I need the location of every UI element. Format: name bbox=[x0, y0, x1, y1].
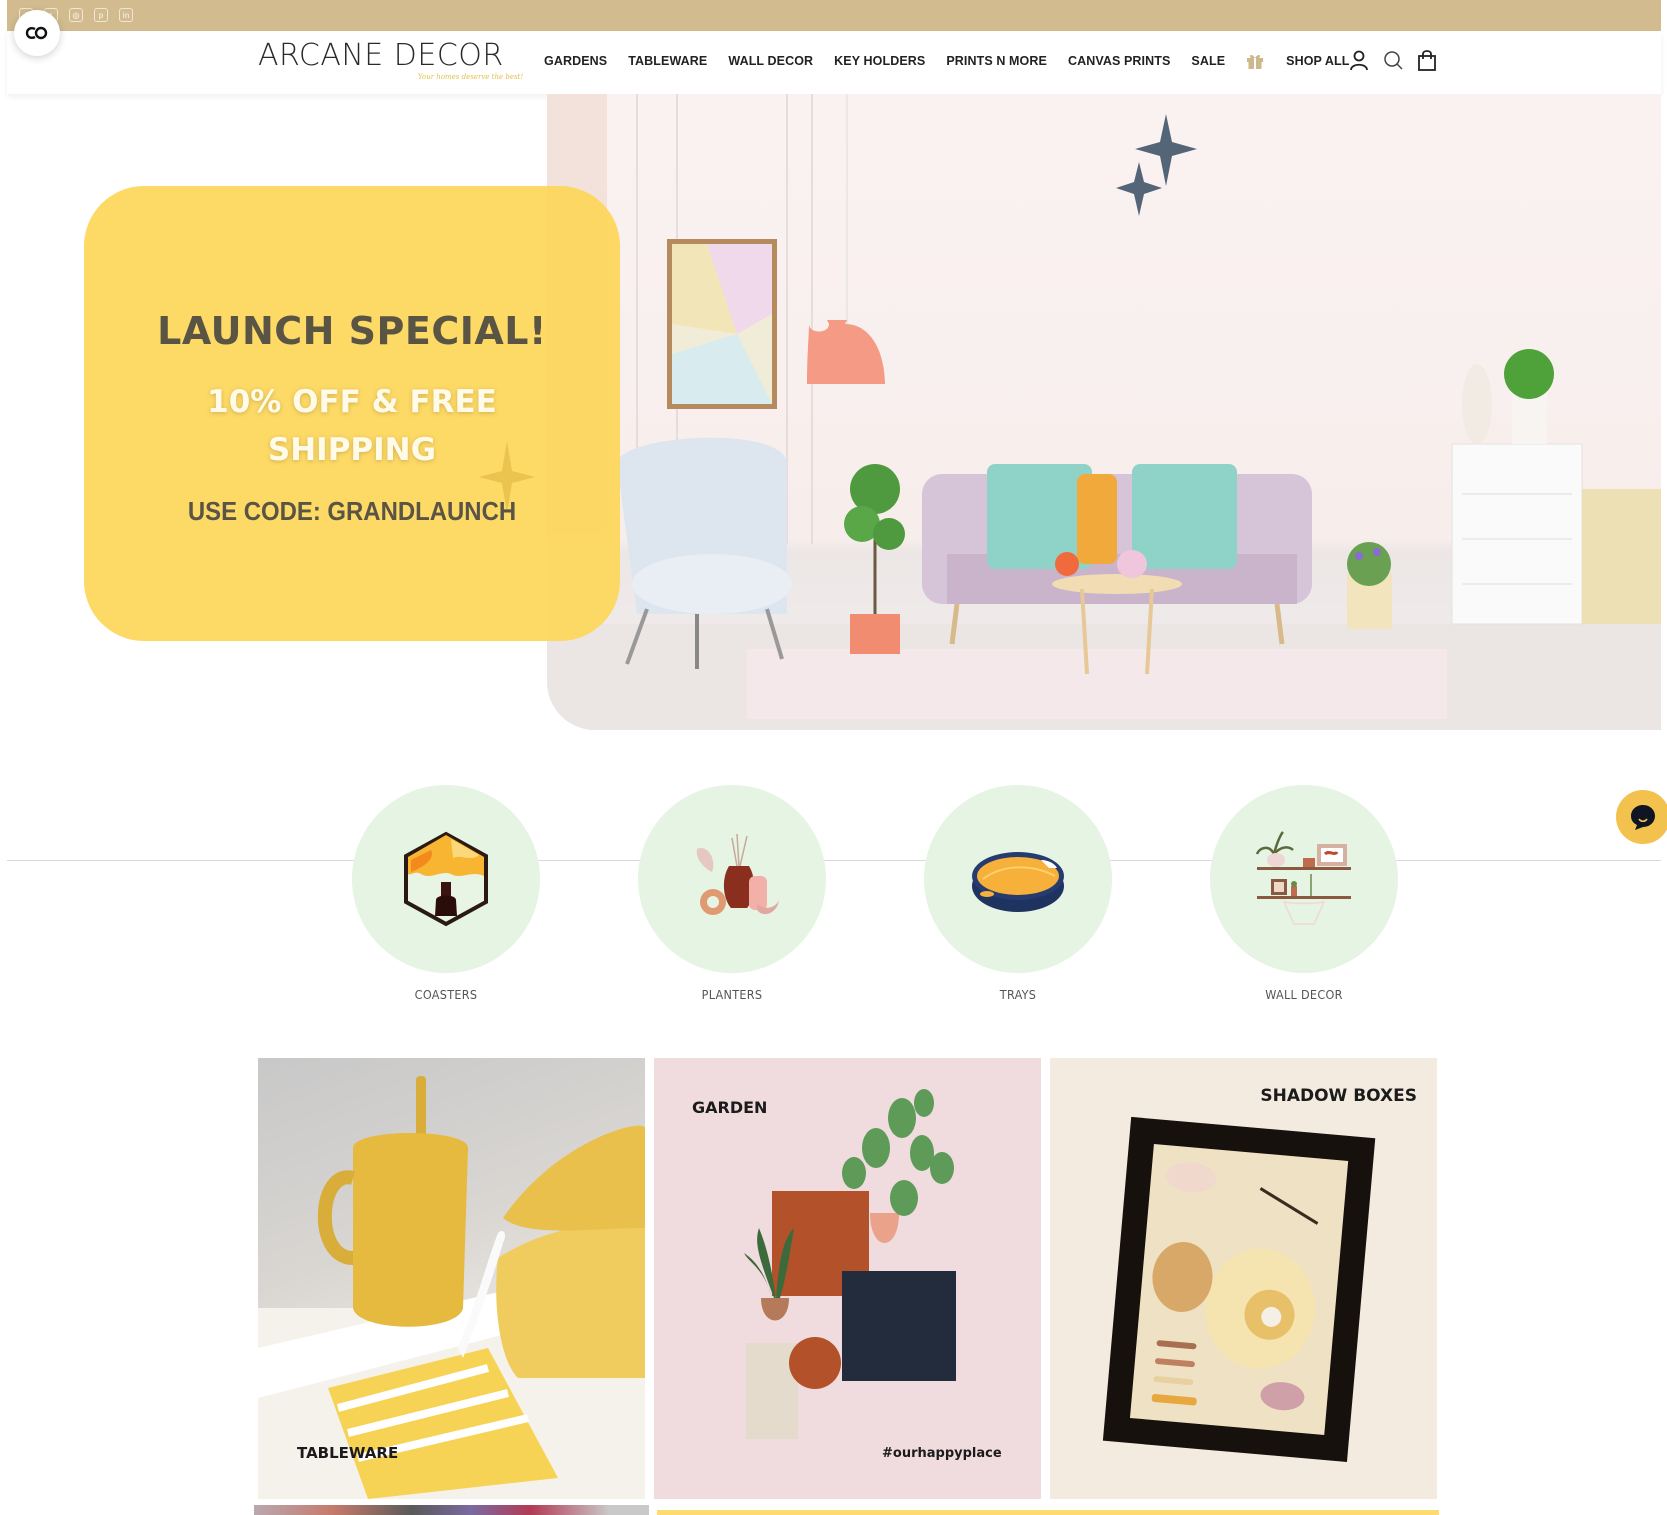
nav-shop-all[interactable]: SHOP ALL bbox=[1286, 54, 1349, 68]
gift-icon[interactable] bbox=[1246, 53, 1264, 69]
site-header: ARCANE DECOR Your homes deserve the best… bbox=[7, 31, 1661, 94]
wall-shelf-icon bbox=[1255, 831, 1351, 925]
search-icon[interactable] bbox=[1383, 49, 1403, 71]
account-icon[interactable] bbox=[1349, 49, 1369, 71]
accessibility-icon bbox=[25, 26, 48, 40]
shadow-box-image bbox=[1102, 1116, 1376, 1463]
tile-label: TABLEWARE bbox=[297, 1444, 399, 1462]
tile-shadow-boxes[interactable]: SHADOW BOXES bbox=[1050, 1058, 1437, 1499]
category-circle bbox=[638, 785, 826, 973]
promo-card: LAUNCH SPECIAL! 10% OFF & FREE SHIPPING … bbox=[84, 186, 620, 641]
nav-sale[interactable]: SALE bbox=[1191, 54, 1225, 68]
logo[interactable]: ARCANE DECOR Your homes deserve the best… bbox=[258, 38, 523, 82]
tile-tableware[interactable]: TABLEWARE bbox=[258, 1058, 645, 1499]
planters-icon bbox=[696, 833, 779, 915]
garden-illustration bbox=[744, 1089, 956, 1439]
feature-tiles: TABLEWARE GARDEN #ourhappyplace SHADOW B… bbox=[258, 1058, 1437, 1499]
promo-code: USE CODE: GRANDLAUNCH bbox=[187, 496, 517, 526]
logo-text: ARCANE DECOR bbox=[258, 38, 504, 73]
linkedin-icon[interactable]: in bbox=[119, 8, 133, 22]
promo-subtitle: 10% OFF & FREE SHIPPING bbox=[84, 378, 620, 474]
category-coasters[interactable]: COASTERS bbox=[351, 785, 541, 1002]
promo-title: LAUNCH SPECIAL! bbox=[157, 309, 547, 353]
tile-label: GARDEN bbox=[692, 1098, 768, 1117]
living-room-illustration bbox=[547, 94, 1661, 730]
cart-icon[interactable] bbox=[1417, 49, 1437, 71]
chat-button[interactable] bbox=[1616, 790, 1667, 844]
tile-garden[interactable]: GARDEN #ourhappyplace bbox=[654, 1058, 1041, 1499]
next-tile-1[interactable] bbox=[254, 1505, 649, 1515]
hero-banner[interactable]: LAUNCH SPECIAL! 10% OFF & FREE SHIPPING … bbox=[7, 94, 1661, 734]
category-label: COASTERS bbox=[414, 987, 478, 1002]
next-tile-2[interactable] bbox=[657, 1510, 1439, 1515]
main-nav: GARDENS TABLEWARE WALL DECOR KEY HOLDERS… bbox=[544, 53, 1370, 69]
nav-gardens[interactable]: GARDENS bbox=[544, 54, 607, 68]
category-planters[interactable]: PLANTERS bbox=[637, 785, 827, 1002]
promo-subtitle-line2: SHIPPING bbox=[267, 432, 437, 468]
next-tiles-row bbox=[254, 1505, 1439, 1515]
hero-room-image bbox=[547, 94, 1661, 730]
category-circle bbox=[924, 785, 1112, 973]
tray-icon bbox=[972, 852, 1064, 912]
pinterest-icon[interactable]: p bbox=[94, 8, 108, 22]
chat-icon bbox=[1631, 805, 1655, 830]
nav-tableware[interactable]: TABLEWARE bbox=[628, 54, 707, 68]
category-circle bbox=[1210, 785, 1398, 973]
category-circle bbox=[352, 785, 540, 973]
category-trays[interactable]: TRAYS bbox=[923, 785, 1113, 1002]
social-topbar: f t ◎ p in bbox=[7, 0, 1661, 31]
category-label: PLANTERS bbox=[701, 987, 763, 1002]
coaster-icon bbox=[404, 831, 488, 927]
category-label: TRAYS bbox=[999, 987, 1037, 1002]
logo-tagline: Your homes deserve the best! bbox=[418, 73, 524, 81]
promo-subtitle-line1: 10% OFF & FREE bbox=[207, 384, 497, 420]
nav-canvas-prints[interactable]: CANVAS PRINTS bbox=[1068, 54, 1170, 68]
nav-prints-n-more[interactable]: PRINTS N MORE bbox=[946, 54, 1047, 68]
instagram-icon[interactable]: ◎ bbox=[69, 8, 83, 22]
category-list: COASTERS PLANTERS TRAYS WALL DECOR bbox=[351, 785, 1399, 1002]
header-icons bbox=[1349, 49, 1437, 71]
accessibility-button[interactable] bbox=[14, 10, 60, 56]
tile-label: SHADOW BOXES bbox=[1260, 1086, 1417, 1106]
nav-wall-decor[interactable]: WALL DECOR bbox=[728, 54, 813, 68]
tableware-image bbox=[258, 1076, 645, 1499]
nav-key-holders[interactable]: KEY HOLDERS bbox=[834, 54, 925, 68]
category-wall-decor[interactable]: WALL DECOR bbox=[1209, 785, 1399, 1002]
category-label: WALL DECOR bbox=[1265, 987, 1343, 1002]
tile-caption: #ourhappyplace bbox=[882, 1446, 1002, 1461]
page: f t ◎ p in ARCANE DECOR Your homes deser… bbox=[7, 0, 1667, 1515]
